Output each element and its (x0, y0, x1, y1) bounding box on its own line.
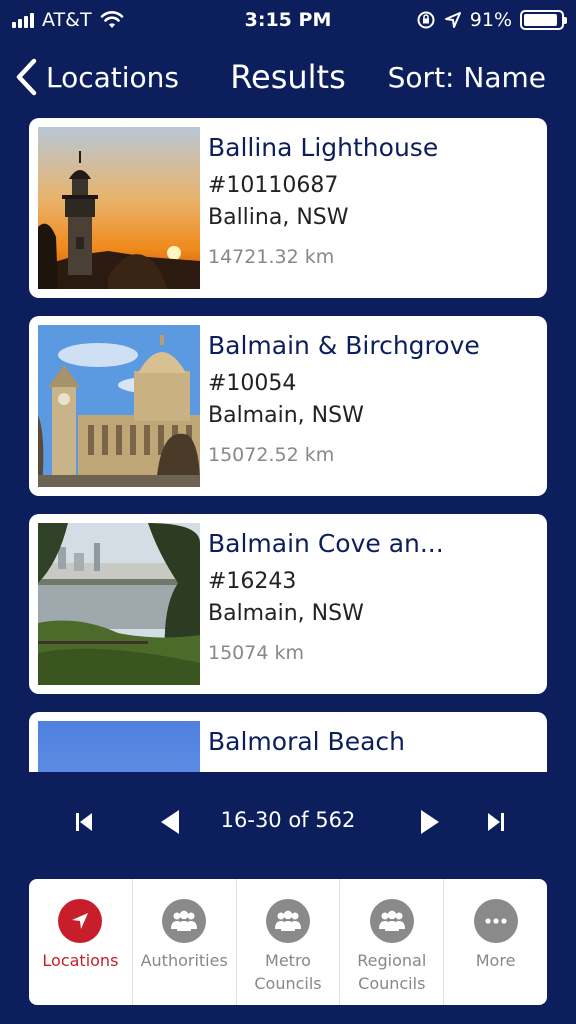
result-card[interactable]: Balmoral Beach (29, 712, 547, 772)
back-button[interactable]: Locations (14, 57, 179, 97)
result-code: #16243 (208, 569, 297, 594)
battery-percent: 91% (469, 9, 512, 31)
tab-label: Metro Councils (254, 951, 322, 993)
location-arrow-icon (444, 12, 461, 28)
tab-label: Authorities (140, 951, 228, 970)
result-distance: 15072.52 km (208, 444, 335, 466)
battery-icon (520, 10, 567, 30)
tab-bar: Locations Authorities Metro Councils Reg… (29, 879, 547, 1005)
battery-level (524, 14, 557, 26)
tab-metro-councils[interactable]: Metro Councils (237, 879, 341, 1005)
last-page-button[interactable] (480, 806, 512, 838)
result-location: Balmain, NSW (208, 601, 364, 626)
result-info: Balmoral Beach (200, 712, 405, 760)
status-left: AT&T (12, 9, 124, 31)
result-code: #10054 (208, 371, 297, 396)
tab-label: Regional Councils (357, 951, 427, 993)
tab-locations[interactable]: Locations (29, 879, 133, 1005)
result-thumbnail (38, 523, 200, 685)
navigation-bar: Locations Results Sort: Name (0, 52, 576, 102)
status-bar: AT&T 3:15 PM 91% (0, 0, 576, 40)
orientation-lock-icon (417, 11, 435, 29)
first-page-button[interactable] (68, 806, 100, 838)
lighthouse-image (38, 127, 200, 289)
pagination: 16-30 of 562 (0, 798, 576, 846)
next-page-button[interactable] (414, 806, 446, 838)
group-icon (162, 899, 207, 943)
result-card[interactable]: Balmain Cove an... #16243 Balmain, NSW 1… (29, 514, 547, 694)
status-right: 91% (416, 9, 567, 31)
result-name: Balmain & Birchgrove (208, 331, 480, 360)
historic-building-image (38, 325, 200, 487)
result-thumbnail (38, 721, 200, 772)
previous-page-button[interactable] (154, 806, 186, 838)
back-label: Locations (46, 60, 180, 94)
result-code: #10110687 (208, 173, 339, 198)
group-icon (369, 899, 414, 943)
more-icon (473, 899, 518, 943)
beach-image (38, 721, 200, 772)
result-info: Ballina Lighthouse #10110687 Ballina, NS… (200, 118, 438, 272)
carrier-label: AT&T (42, 9, 92, 31)
group-icon (265, 899, 310, 943)
results-list[interactable]: Ballina Lighthouse #10110687 Ballina, NS… (29, 118, 547, 772)
result-distance: 15074 km (208, 642, 304, 664)
result-distance: 14721.32 km (208, 246, 335, 268)
result-info: Balmain & Birchgrove #10054 Balmain, NSW… (200, 316, 480, 470)
result-thumbnail (38, 127, 200, 289)
result-name: Ballina Lighthouse (208, 133, 439, 162)
result-name: Balmain Cove an... (208, 529, 444, 558)
skip-last-icon (488, 813, 504, 831)
tab-more[interactable]: More (444, 879, 547, 1005)
chevron-left-icon (16, 58, 37, 96)
triangle-left-icon (161, 810, 179, 834)
result-info: Balmain Cove an... #16243 Balmain, NSW 1… (200, 514, 444, 668)
location-arrow-icon (58, 899, 103, 943)
result-location: Balmain, NSW (208, 403, 364, 428)
triangle-right-icon (421, 810, 439, 834)
skip-first-icon (76, 813, 92, 831)
tab-authorities[interactable]: Authorities (133, 879, 237, 1005)
tab-label: More (475, 951, 516, 970)
result-name: Balmoral Beach (208, 727, 405, 756)
result-location: Ballina, NSW (208, 205, 349, 230)
result-card[interactable]: Balmain & Birchgrove #10054 Balmain, NSW… (29, 316, 547, 496)
tab-label: Locations (42, 951, 119, 970)
sort-button[interactable]: Sort: Name (388, 61, 546, 94)
result-card[interactable]: Ballina Lighthouse #10110687 Ballina, NS… (29, 118, 547, 298)
result-thumbnail (38, 325, 200, 487)
tab-regional-councils[interactable]: Regional Councils (340, 879, 445, 1005)
cove-image (38, 523, 200, 685)
signal-icon (12, 12, 34, 28)
wifi-icon (100, 11, 123, 28)
